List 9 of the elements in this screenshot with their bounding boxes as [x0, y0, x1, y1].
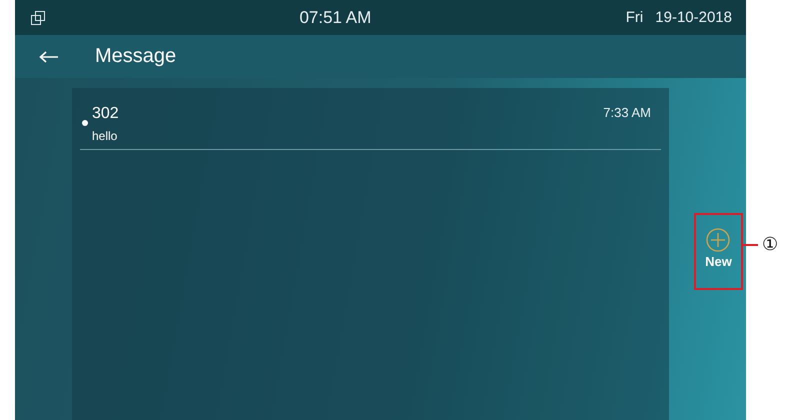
message-sender[interactable]: 302	[92, 105, 119, 123]
callout-number: ①	[762, 233, 778, 255]
page-title: Message	[95, 45, 176, 68]
clock-time: 07:51 AM	[298, 8, 372, 28]
weekday: Fri	[626, 9, 644, 26]
date: 19-10-2018	[655, 9, 732, 26]
new-button[interactable]: New	[705, 228, 732, 270]
message-time: 7:33 AM	[603, 105, 651, 120]
message-text: hello	[92, 129, 118, 143]
